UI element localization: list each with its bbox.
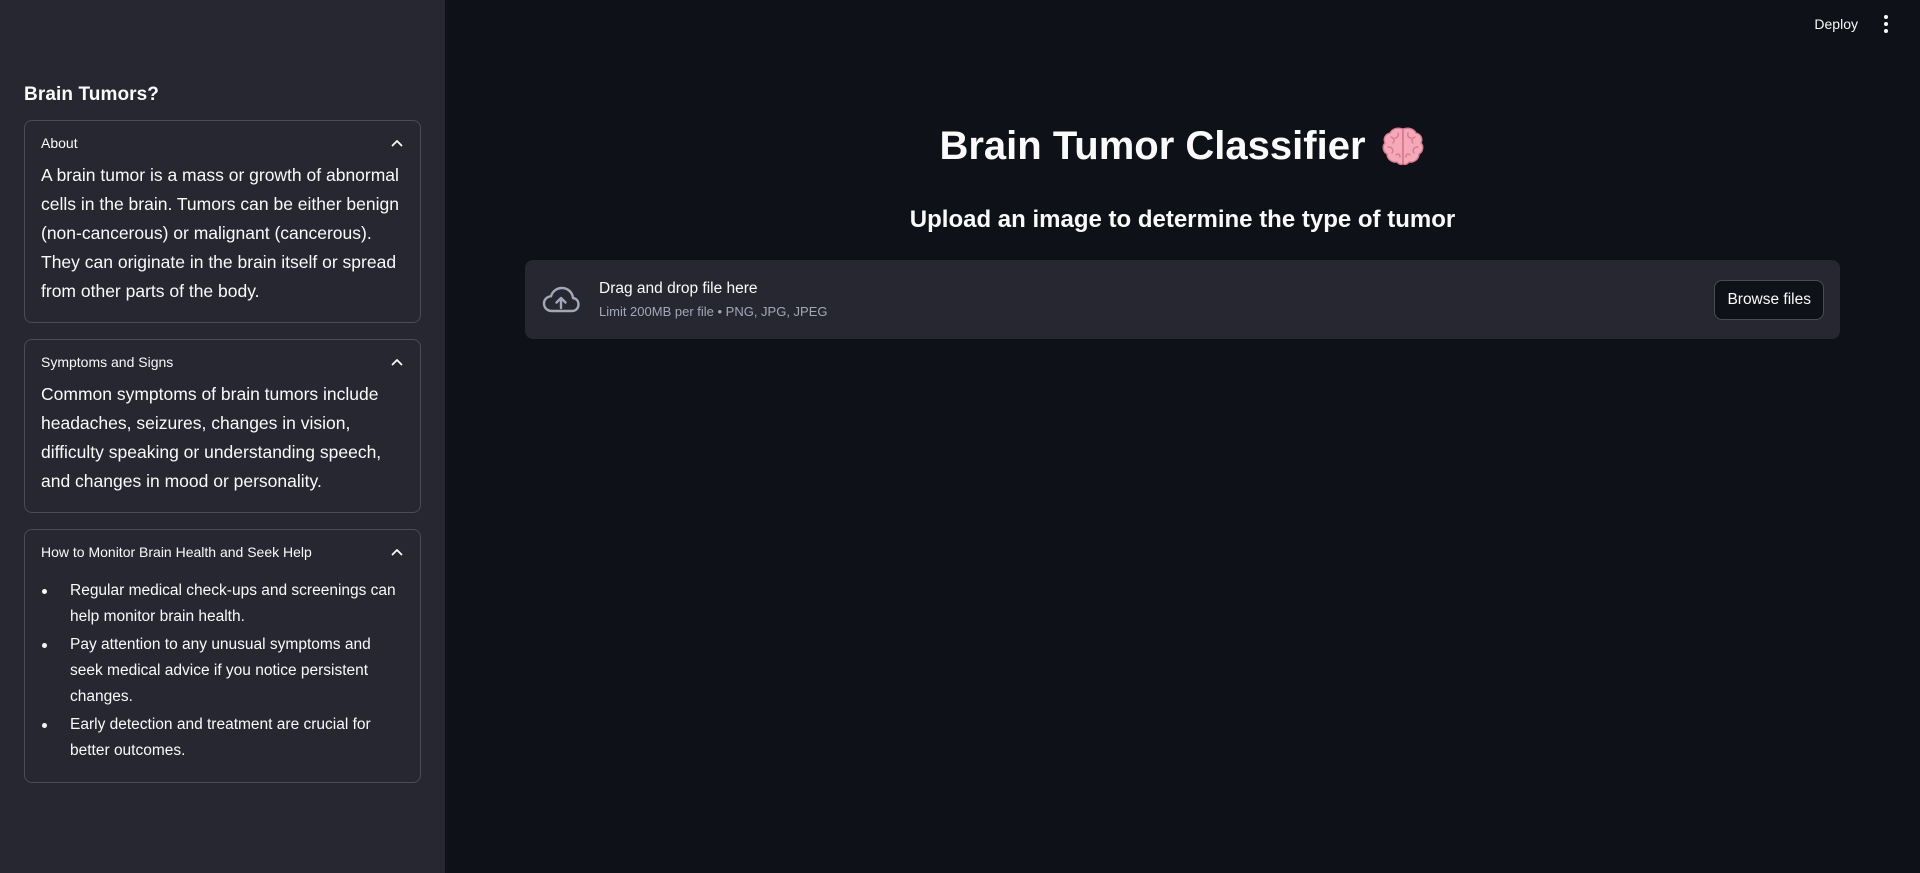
cloud-upload-icon: [541, 280, 581, 320]
file-uploader-dropzone[interactable]: Drag and drop file here Limit 200MB per …: [525, 260, 1840, 339]
brain-icon: [1380, 123, 1426, 169]
expander-about-header[interactable]: About: [25, 121, 420, 165]
expander-monitor-title: How to Monitor Brain Health and Seek Hel…: [41, 544, 312, 560]
chevron-up-icon[interactable]: [390, 545, 404, 559]
app-root: Brain Tumors? About A brain tumor is a m…: [0, 0, 1920, 873]
page-title: Brain Tumor Classifier: [525, 118, 1840, 174]
main-area: Deploy Brain Tumor Classifier Upload an …: [445, 0, 1920, 873]
kebab-menu-icon[interactable]: [1880, 11, 1892, 37]
list-item-text: Pay attention to any unusual symptoms an…: [70, 636, 371, 705]
page-title-text: Brain Tumor Classifier: [939, 123, 1366, 168]
chevron-up-icon[interactable]: [390, 355, 404, 369]
expander-monitor-header[interactable]: How to Monitor Brain Health and Seek Hel…: [25, 530, 420, 574]
expander-about: About A brain tumor is a mass or growth …: [24, 120, 421, 323]
chevron-up-icon[interactable]: [390, 136, 404, 150]
bullet-icon: [42, 723, 47, 728]
deploy-button[interactable]: Deploy: [1806, 10, 1866, 38]
expander-symptoms-body: Common symptoms of brain tumors include …: [41, 384, 382, 491]
uploader-limit-text: Limit 200MB per file • PNG, JPG, JPEG: [599, 304, 828, 319]
expander-about-title: About: [41, 135, 78, 151]
uploader-label: Drag and drop file here: [599, 280, 758, 297]
sidebar: Brain Tumors? About A brain tumor is a m…: [0, 0, 445, 873]
list-item-text: Early detection and treatment are crucia…: [70, 716, 371, 759]
list-item: Early detection and treatment are crucia…: [41, 712, 404, 764]
expander-monitor: How to Monitor Brain Health and Seek Hel…: [24, 529, 421, 783]
expander-symptoms: Symptoms and Signs Common symptoms of br…: [24, 339, 421, 513]
uploader-instructions: Drag and drop file here Limit 200MB per …: [599, 280, 1714, 319]
top-toolbar: Deploy: [1806, 0, 1920, 48]
expander-monitor-list: Regular medical check-ups and screenings…: [25, 574, 420, 782]
bullet-icon: [42, 589, 47, 594]
list-item: Pay attention to any unusual symptoms an…: [41, 632, 404, 710]
page-subtitle: Upload an image to determine the type of…: [909, 206, 1456, 233]
list-item-text: Regular medical check-ups and screenings…: [70, 582, 396, 625]
browse-files-button[interactable]: Browse files: [1714, 279, 1824, 320]
expander-symptoms-header[interactable]: Symptoms and Signs: [25, 340, 420, 384]
sidebar-title: Brain Tumors?: [24, 84, 160, 105]
expander-symptoms-title: Symptoms and Signs: [41, 354, 174, 370]
bullet-icon: [42, 643, 47, 648]
main-content: Brain Tumor Classifier Upload an image t…: [525, 118, 1840, 339]
list-item: Regular medical check-ups and screenings…: [41, 578, 404, 630]
expander-about-body: A brain tumor is a mass or growth of abn…: [41, 165, 399, 301]
